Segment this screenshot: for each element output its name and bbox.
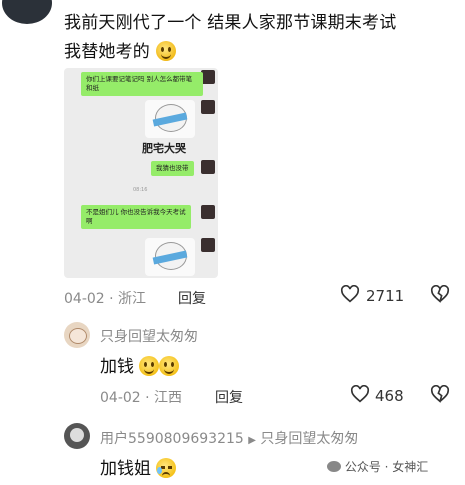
crying-sticker-icon [145,100,195,138]
commenter-avatar[interactable] [64,423,90,449]
dislike-broken-heart-icon[interactable] [430,285,450,303]
comment-meta: 04-02 · 江西 [100,387,182,407]
commenter-name[interactable]: 只身回望太匆匆 [100,326,198,346]
post-text-line2-content: 我替她考的 [64,42,150,62]
watermark-text: 公众号 · 女神汇 [344,460,429,474]
post-location: 浙江 [118,291,147,307]
reply-button[interactable]: 回复 [215,387,243,407]
like-heart-icon[interactable] [340,285,360,303]
chat-avatar-icon [201,205,215,219]
separator: · [145,390,150,406]
wechat-logo-icon [327,461,341,472]
chat-avatar-icon [201,100,215,114]
grin-emoji-icon [159,356,180,376]
reply-header: 用户5590809693215 ▶ 只身回望太匆匆 [100,428,358,448]
crying-sticker-icon [145,238,195,276]
post-meta: 04-02 · 浙江 [64,288,146,308]
smile-emoji-icon [155,41,176,61]
reply-to-name[interactable]: 只身回望太匆匆 [260,431,358,447]
chat-bubble: 我猜也没带 [151,161,194,176]
like-count: 468 [375,387,404,405]
chat-bubble: 不是姐们儿 你也没告诉我今天考试啊 [81,205,191,229]
commenter-name[interactable]: 用户5590809693215 [100,431,244,447]
watermark: 公众号 · 女神汇 [327,458,428,475]
chat-avatar-icon [201,160,215,174]
comment-date: 04-02 [100,390,141,406]
comment-text-content: 加钱姐 [100,459,151,479]
dislike-broken-heart-icon[interactable] [430,385,450,403]
commenter-avatar[interactable] [64,322,90,348]
like-heart-icon[interactable] [350,385,370,403]
chat-avatar-icon [201,238,215,252]
sticker-caption: 肥宅大哭 [142,142,186,155]
crying-emoji-icon [156,458,177,478]
comment-text: 加钱姐 [100,454,177,479]
post-text-line2: 我替她考的 [64,37,176,62]
comment-location: 江西 [154,390,183,406]
poster-avatar[interactable] [2,0,52,24]
comment-text: 加钱 [100,352,180,377]
chat-timestamp: 08:16 [133,187,148,193]
chat-bubble: 你们上课要记笔记吗 别人怎么都带笔和纸 [81,72,203,96]
post-date: 04-02 [64,291,105,307]
separator: · [109,291,114,307]
chat-avatar-icon [201,70,215,84]
like-count: 2711 [366,287,405,305]
comment-text-content: 加钱 [100,357,134,377]
reply-arrow-icon: ▶ [248,435,256,446]
chat-screenshot-image[interactable]: 你们上课要记笔记吗 别人怎么都带笔和纸 肥宅大哭 我猜也没带 08:16 不是姐… [64,68,218,278]
grin-emoji-icon [139,356,160,376]
reply-button[interactable]: 回复 [178,288,206,308]
post-text-line1: 我前天刚代了一个 结果人家那节课期末考试 [64,13,397,33]
